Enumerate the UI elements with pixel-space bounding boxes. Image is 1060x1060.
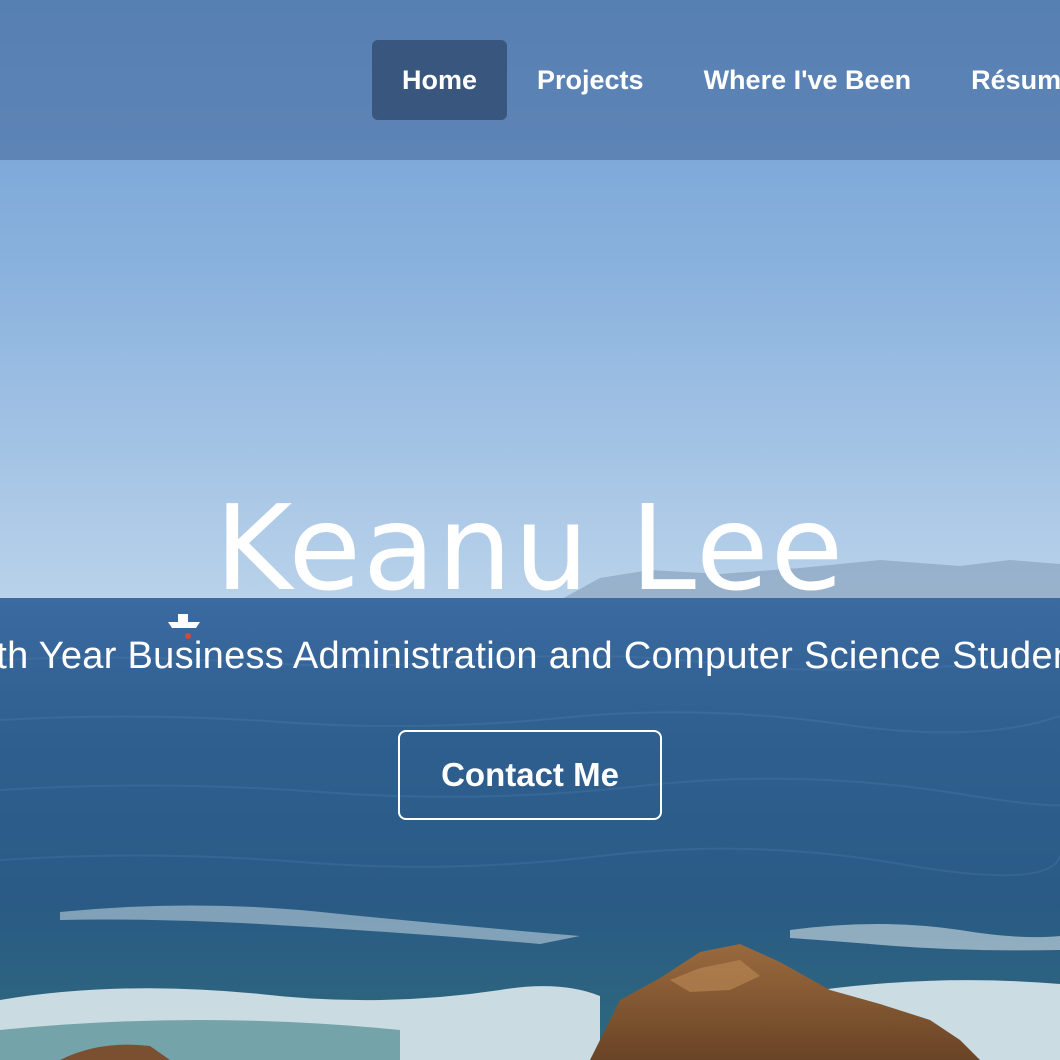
- nav-menu: Home Projects Where I've Been Résumé: [372, 40, 1060, 120]
- nav-item-resume[interactable]: Résumé: [941, 40, 1060, 120]
- hero-title: Keanu Lee: [214, 479, 846, 617]
- nav-item-where-ive-been[interactable]: Where I've Been: [674, 40, 942, 120]
- hero-subtitle: 4th Year Business Administration and Com…: [0, 635, 1060, 677]
- contact-me-button[interactable]: Contact Me: [398, 730, 662, 820]
- nav-item-projects[interactable]: Projects: [507, 40, 674, 120]
- top-navbar: Home Projects Where I've Been Résumé: [0, 0, 1060, 160]
- nav-item-home[interactable]: Home: [372, 40, 508, 120]
